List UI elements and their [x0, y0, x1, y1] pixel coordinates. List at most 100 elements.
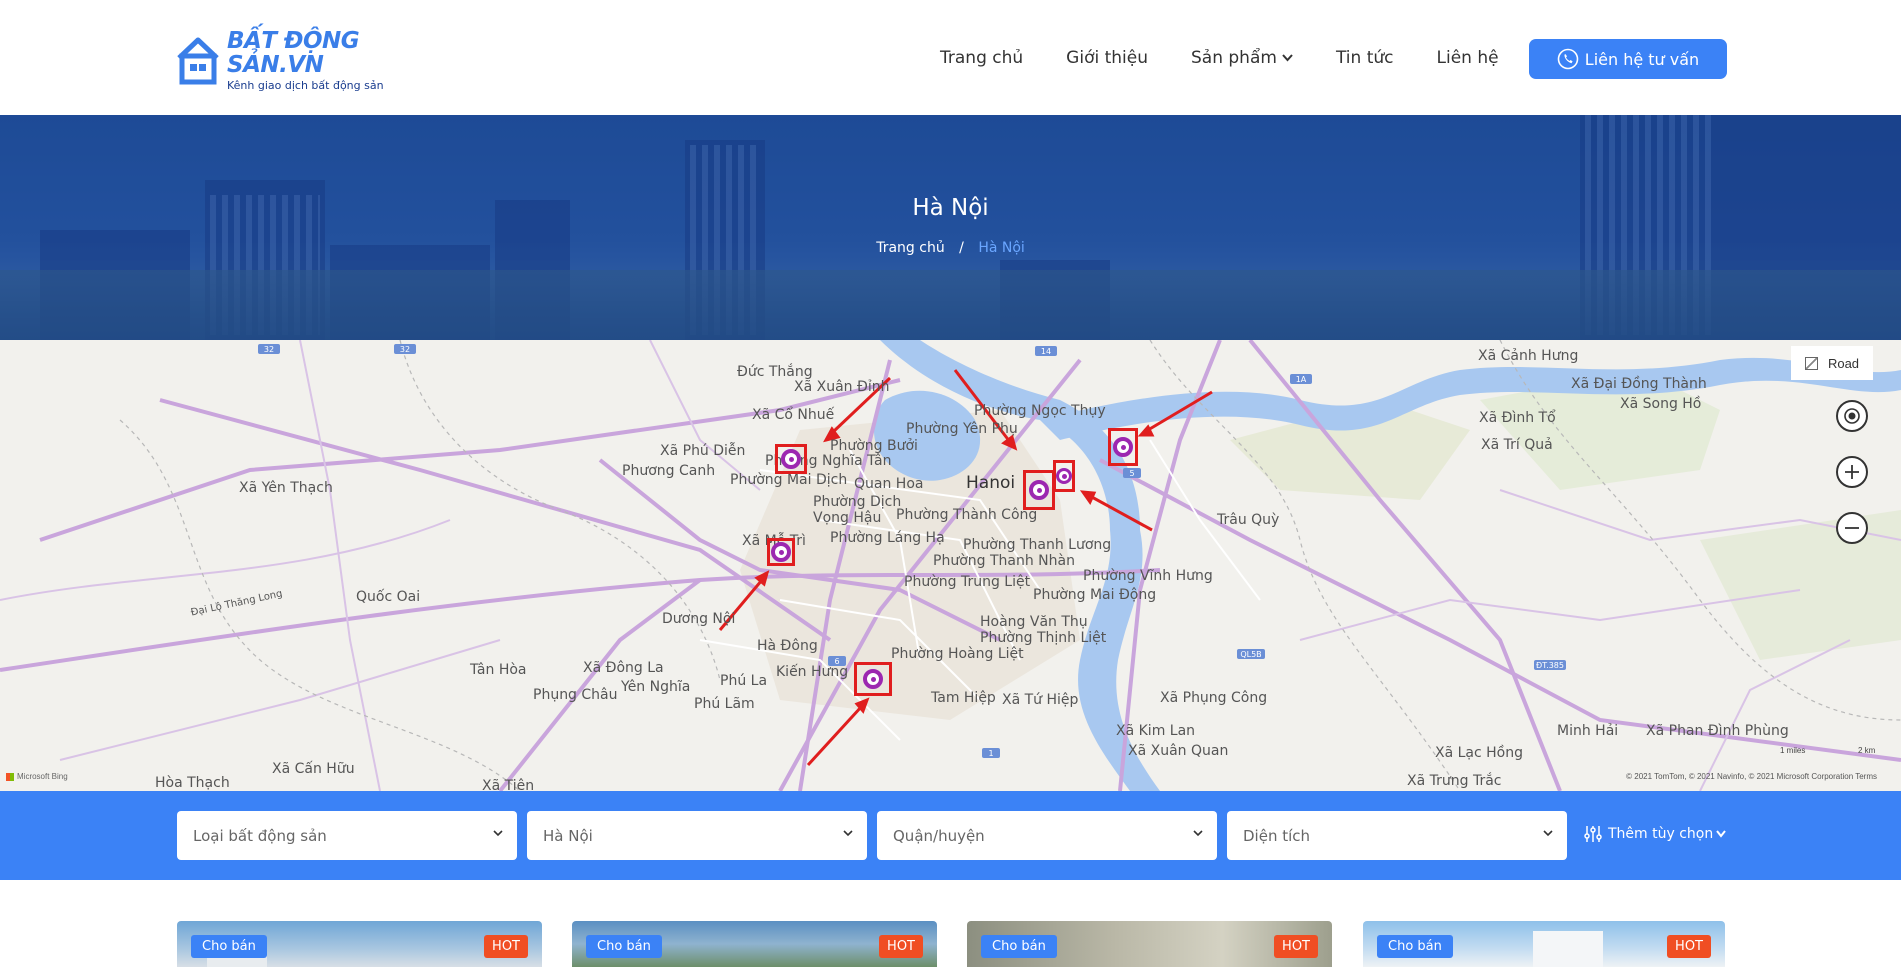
chevron-down-icon	[1282, 54, 1293, 62]
house-icon	[175, 34, 221, 86]
select-placeholder: Loại bất động sản	[193, 826, 327, 845]
listing-card[interactable]: Cho bán HOT	[967, 921, 1332, 967]
map-label: Phường Thịnh Liệt	[980, 630, 1107, 646]
map-pin-icon[interactable]	[1053, 460, 1075, 492]
cta-label: Liên hệ tư vấn	[1584, 49, 1700, 69]
select-placeholder: Hà Nội	[543, 826, 593, 845]
area-select[interactable]: Diện tích	[1227, 811, 1567, 860]
map-pin-icon[interactable]	[854, 662, 892, 696]
map-label: Phường Bưởi	[830, 438, 918, 454]
breadcrumb: Trang chủ / Hà Nội	[0, 240, 1901, 256]
map-label: Tam Hiệp	[931, 690, 996, 706]
map-pin-icon[interactable]	[1023, 470, 1055, 510]
map-label: Xã Xuân Đỉnh	[794, 379, 890, 395]
map-view[interactable]: 32 32 14 1A 5 6 1 QL5B ĐT.385 Đức Thắng …	[0, 340, 1901, 791]
map-label: Xã Song Hồ	[1620, 396, 1702, 412]
map-label: Hoàng Văn Thụ	[980, 614, 1088, 630]
nav-item-products[interactable]: Sản phẩm	[1191, 48, 1293, 68]
svg-text:32: 32	[264, 345, 274, 354]
map-label: Xã Phan Đình Phùng	[1646, 723, 1789, 739]
for-sale-badge: Cho bán	[586, 935, 662, 958]
site-header: BẤT ĐỘNG SẢN.VN Kênh giao dịch bất động …	[0, 0, 1901, 115]
property-type-select[interactable]: Loại bất động sản	[177, 811, 517, 860]
breadcrumb-separator: /	[959, 240, 964, 256]
road-label: Road	[1827, 355, 1860, 371]
map-pin-icon[interactable]	[767, 538, 795, 566]
map-label: Xã Phú Diễn	[660, 443, 746, 459]
breadcrumb-current: Hà Nội	[978, 240, 1025, 256]
map-layer-icon	[1804, 356, 1818, 370]
map-label: Yên Nghĩa	[621, 679, 691, 695]
svg-text:QL5B: QL5B	[1240, 650, 1261, 659]
hot-badge: HOT	[879, 935, 923, 958]
chevron-down-icon	[493, 830, 503, 837]
hot-badge: HOT	[1274, 935, 1318, 958]
map-label: Phường Mai Dịch	[730, 472, 848, 488]
map-style-road-button[interactable]: Road	[1791, 346, 1873, 380]
map-pin-icon[interactable]	[1108, 428, 1138, 466]
map-label: Trâu Quỳ	[1217, 512, 1280, 528]
svg-text:1A: 1A	[1296, 375, 1307, 384]
city-select[interactable]: Hà Nội	[527, 811, 867, 860]
map-label: Phường Láng Hạ	[830, 530, 945, 546]
zoom-in-icon[interactable]	[1836, 456, 1868, 488]
map-label: Hòa Thạch	[155, 775, 230, 791]
nav-item-home[interactable]: Trang chủ	[940, 48, 1023, 68]
svg-text:ĐT.385: ĐT.385	[1536, 661, 1564, 670]
phone-icon	[1557, 48, 1579, 70]
map-label: Phường Trung Liệt	[904, 574, 1031, 590]
select-placeholder: Diện tích	[1243, 826, 1311, 845]
hero-banner: Hà Nội Trang chủ / Hà Nội	[0, 115, 1901, 340]
map-label: Dương Nội	[662, 611, 736, 627]
for-sale-badge: Cho bán	[1377, 935, 1453, 958]
district-select[interactable]: Quận/huyện	[877, 811, 1217, 860]
map-copyright[interactable]: © 2021 TomTom, © 2021 Navinfo, © 2021 Mi…	[1626, 772, 1877, 781]
chevron-down-icon	[1193, 830, 1203, 837]
listing-card[interactable]: Cho bán HOT	[572, 921, 937, 967]
map-label: Xã Cảnh Hưng	[1478, 348, 1579, 364]
hot-badge: HOT	[484, 935, 528, 958]
map-label: Xã Phụng Công	[1160, 690, 1268, 706]
select-placeholder: Quận/huyện	[893, 826, 985, 845]
map-label: Quan Hoa	[854, 476, 924, 492]
map-label: Quốc Oai	[356, 589, 421, 605]
locate-icon[interactable]	[1836, 400, 1868, 432]
contact-consult-button[interactable]: Liên hệ tư vấn	[1529, 39, 1727, 79]
map-label: Xã Đại Đồng Thành	[1571, 376, 1707, 392]
map-label: Xã Trưng Trắc	[1407, 773, 1502, 789]
map-pin-icon[interactable]	[775, 444, 807, 474]
microsoft-logo-icon	[6, 772, 14, 781]
map-label: Xã Tiên	[482, 778, 535, 791]
svg-text:32: 32	[400, 345, 410, 354]
site-logo[interactable]: BẤT ĐỘNG SẢN.VN Kênh giao dịch bất động …	[175, 29, 395, 92]
breadcrumb-home[interactable]: Trang chủ	[876, 240, 944, 256]
map-label: Xã Cấn Hữu	[272, 761, 355, 777]
chevron-down-icon	[1543, 830, 1553, 837]
nav-item-contact[interactable]: Liên hệ	[1437, 48, 1499, 68]
svg-text:14: 14	[1041, 347, 1051, 356]
map-label: Phú Lãm	[694, 696, 755, 712]
main-nav: Trang chủ Giới thiệu Sản phẩm Tin tức Li…	[940, 40, 1542, 76]
map-label: Đức Thắng	[737, 364, 813, 380]
nav-item-news[interactable]: Tin tức	[1336, 48, 1394, 68]
map-city-label: Hanoi	[966, 473, 1016, 493]
map-label: Phường Thanh Lương	[963, 537, 1112, 553]
scale-km: 2 km	[1858, 746, 1876, 755]
hot-badge: HOT	[1667, 935, 1711, 958]
map-label: Phường Mai Động	[1033, 587, 1157, 603]
property-search-bar: Loại bất động sản Hà Nội Quận/huyện Diện…	[0, 791, 1901, 880]
listing-card[interactable]: Cho bán HOT	[1363, 921, 1725, 967]
scale-miles: 1 miles	[1780, 746, 1806, 755]
for-sale-badge: Cho bán	[981, 935, 1057, 958]
listing-card[interactable]: Cho bán HOT	[177, 921, 542, 967]
zoom-out-icon[interactable]	[1836, 512, 1868, 544]
nav-item-about[interactable]: Giới thiệu	[1066, 48, 1148, 68]
map-label: Kiến Hưng	[776, 664, 849, 680]
map-label: Phường Ngọc Thụy	[974, 403, 1106, 419]
page-title: Hà Nội	[912, 195, 989, 221]
map-label: Phường Yên Phụ	[906, 421, 1018, 437]
map-label: Xã Yên Thạch	[239, 480, 333, 496]
more-options-button[interactable]: Thêm tùy chọn	[1583, 824, 1731, 844]
map-label: Phường Thanh Nhàn	[933, 553, 1075, 569]
map-label: Hà Đông	[757, 638, 818, 654]
